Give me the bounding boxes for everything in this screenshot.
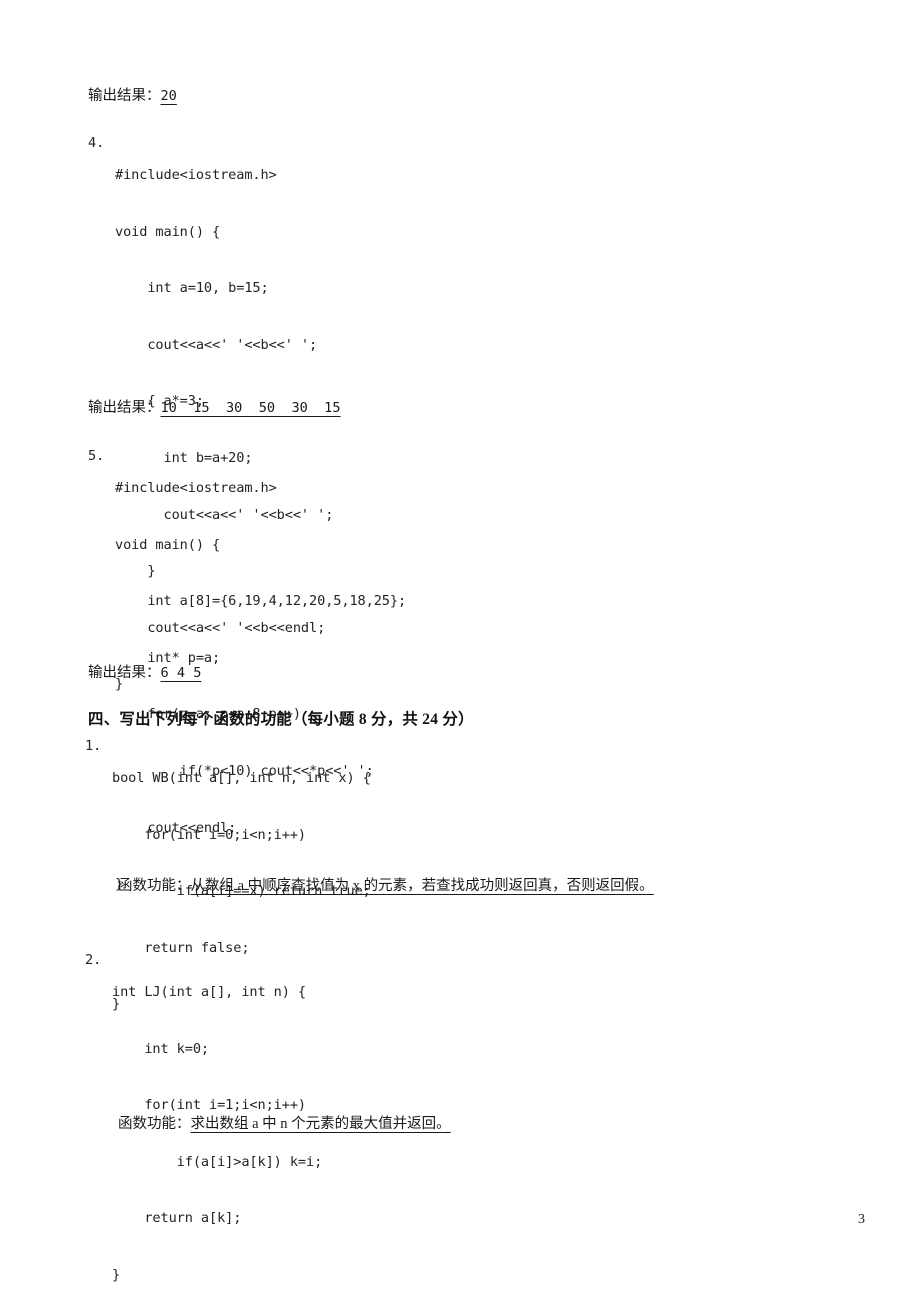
output-result-label: 输出结果：	[88, 400, 161, 416]
function-description-label: 函数功能：	[118, 878, 191, 894]
page-number: 3	[858, 1212, 865, 1227]
code-line: for(int i=0;i<n;i++)	[112, 826, 307, 843]
code-line: int a=10, b=15;	[115, 280, 269, 297]
code-line: int a[8]={6,19,4,12,20,5,18,25};	[115, 593, 407, 610]
code-line: cout<<a<<' '<<b<<' ';	[115, 336, 318, 353]
code-line: bool WB(int a[], int n, int x) {	[112, 770, 371, 786]
output-result-value: 10 15 30 50 30 15	[160, 400, 341, 416]
function-description-label: 函数功能：	[118, 1116, 191, 1132]
code-line: void main() {	[115, 536, 221, 553]
function-description-2: 函数功能： 求出数组 a 中 n 个元素的最大值并返回。	[118, 1112, 454, 1133]
function-description-answer: 求出数组 a 中 n 个元素的最大值并返回。	[190, 1116, 451, 1132]
code-line: return a[k];	[112, 1210, 242, 1227]
code-line: void main() {	[115, 223, 221, 240]
function-description-answer: 从数组 a 中顺序查找值为 x 的元素，若查找成功则返回真，否则返回假。	[190, 878, 654, 894]
code-line: if(a[i]>a[k]) k=i;	[112, 1153, 323, 1170]
output-result-line-5: 输出结果： 6 4 5	[88, 661, 203, 682]
item-number-5: 5.	[88, 448, 105, 464]
section-heading-4: 四、写出下列每个函数的功能（每小题 8 分，共 24 分）	[88, 711, 474, 728]
output-result-label: 输出结果：	[88, 88, 161, 104]
function-number-1: 1.	[85, 738, 102, 754]
function-description-1: 函数功能： 从数组 a 中顺序查找值为 x 的元素，若查找成功则返回真，否则返回…	[118, 874, 657, 895]
output-result-value: 6 4 5	[160, 665, 202, 681]
item-number-4: 4.	[88, 135, 105, 151]
output-result-line-4: 输出结果： 10 15 30 50 30 15	[88, 396, 343, 417]
exam-page: 输出结果： 20 4. #include<iostream.h> void ma…	[0, 0, 920, 1302]
function-number-2: 2.	[85, 952, 102, 968]
output-result-line-3: 输出结果： 20	[88, 84, 179, 105]
output-result-label: 输出结果：	[88, 665, 161, 681]
code-line: }	[112, 1266, 121, 1283]
code-line: #include<iostream.h>	[115, 480, 277, 496]
output-result-value: 20	[160, 88, 177, 104]
code-line: int LJ(int a[], int n) {	[112, 984, 307, 1000]
code-line: int k=0;	[112, 1040, 210, 1057]
code-line: #include<iostream.h>	[115, 167, 277, 183]
